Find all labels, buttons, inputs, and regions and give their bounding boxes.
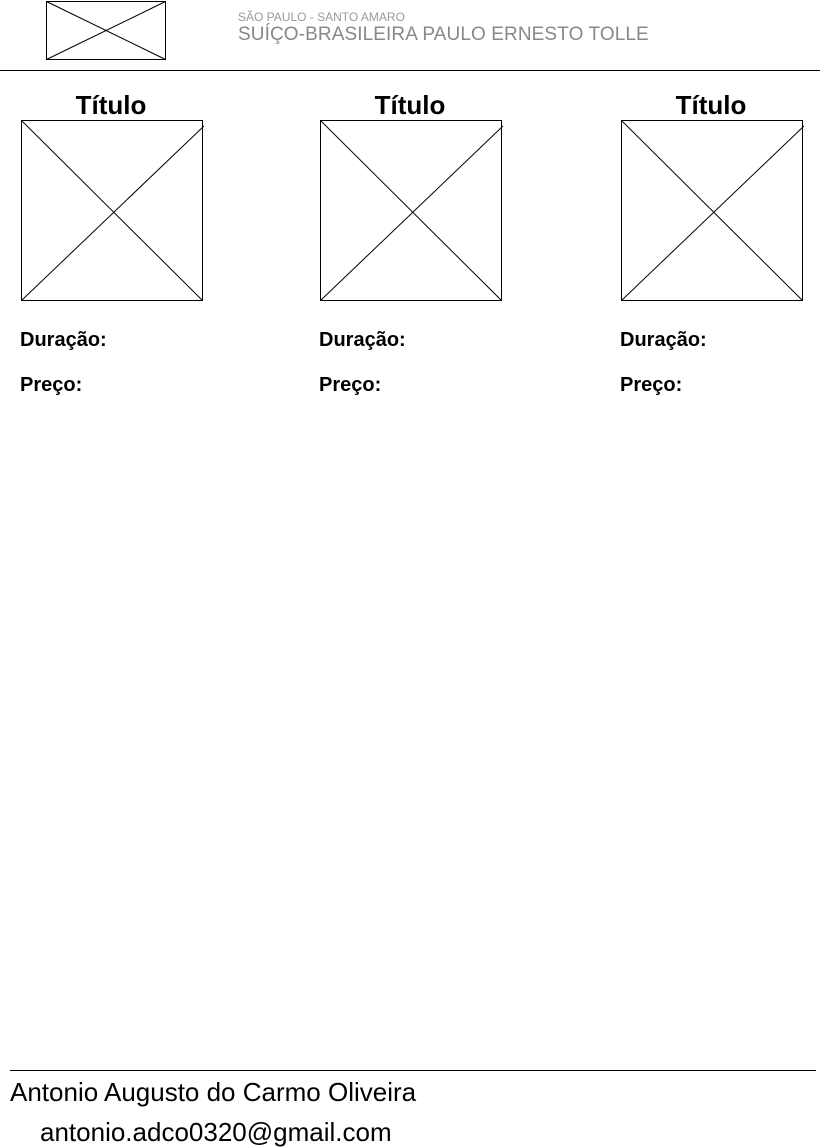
logo-placeholder-icon: [46, 1, 166, 60]
duration-label: Duração:: [319, 329, 406, 351]
image-placeholder-icon[interactable]: [319, 120, 503, 302]
price-label: Preço:: [620, 374, 683, 396]
card-title: Título: [675, 90, 747, 120]
image-placeholder-icon[interactable]: [620, 120, 804, 302]
header-divider: [0, 70, 820, 71]
card-title: Título: [374, 90, 446, 120]
school-location: SÃO PAULO - SANTO AMARO: [238, 10, 405, 24]
footer-author-name: Antonio Augusto do Carmo Oliveira: [10, 1077, 417, 1107]
footer-email: antonio.adco0320@gmail.com: [40, 1117, 392, 1147]
image-placeholder-icon[interactable]: [20, 120, 204, 302]
price-label: Preço:: [319, 374, 382, 396]
price-label: Preço:: [20, 374, 83, 396]
card-title: Título: [75, 90, 147, 120]
footer-divider: [10, 1070, 816, 1071]
duration-label: Duração:: [20, 329, 107, 351]
school-name: SUÍÇO-BRASILEIRA PAULO ERNESTO TOLLE: [238, 24, 649, 45]
duration-label: Duração:: [620, 329, 707, 351]
